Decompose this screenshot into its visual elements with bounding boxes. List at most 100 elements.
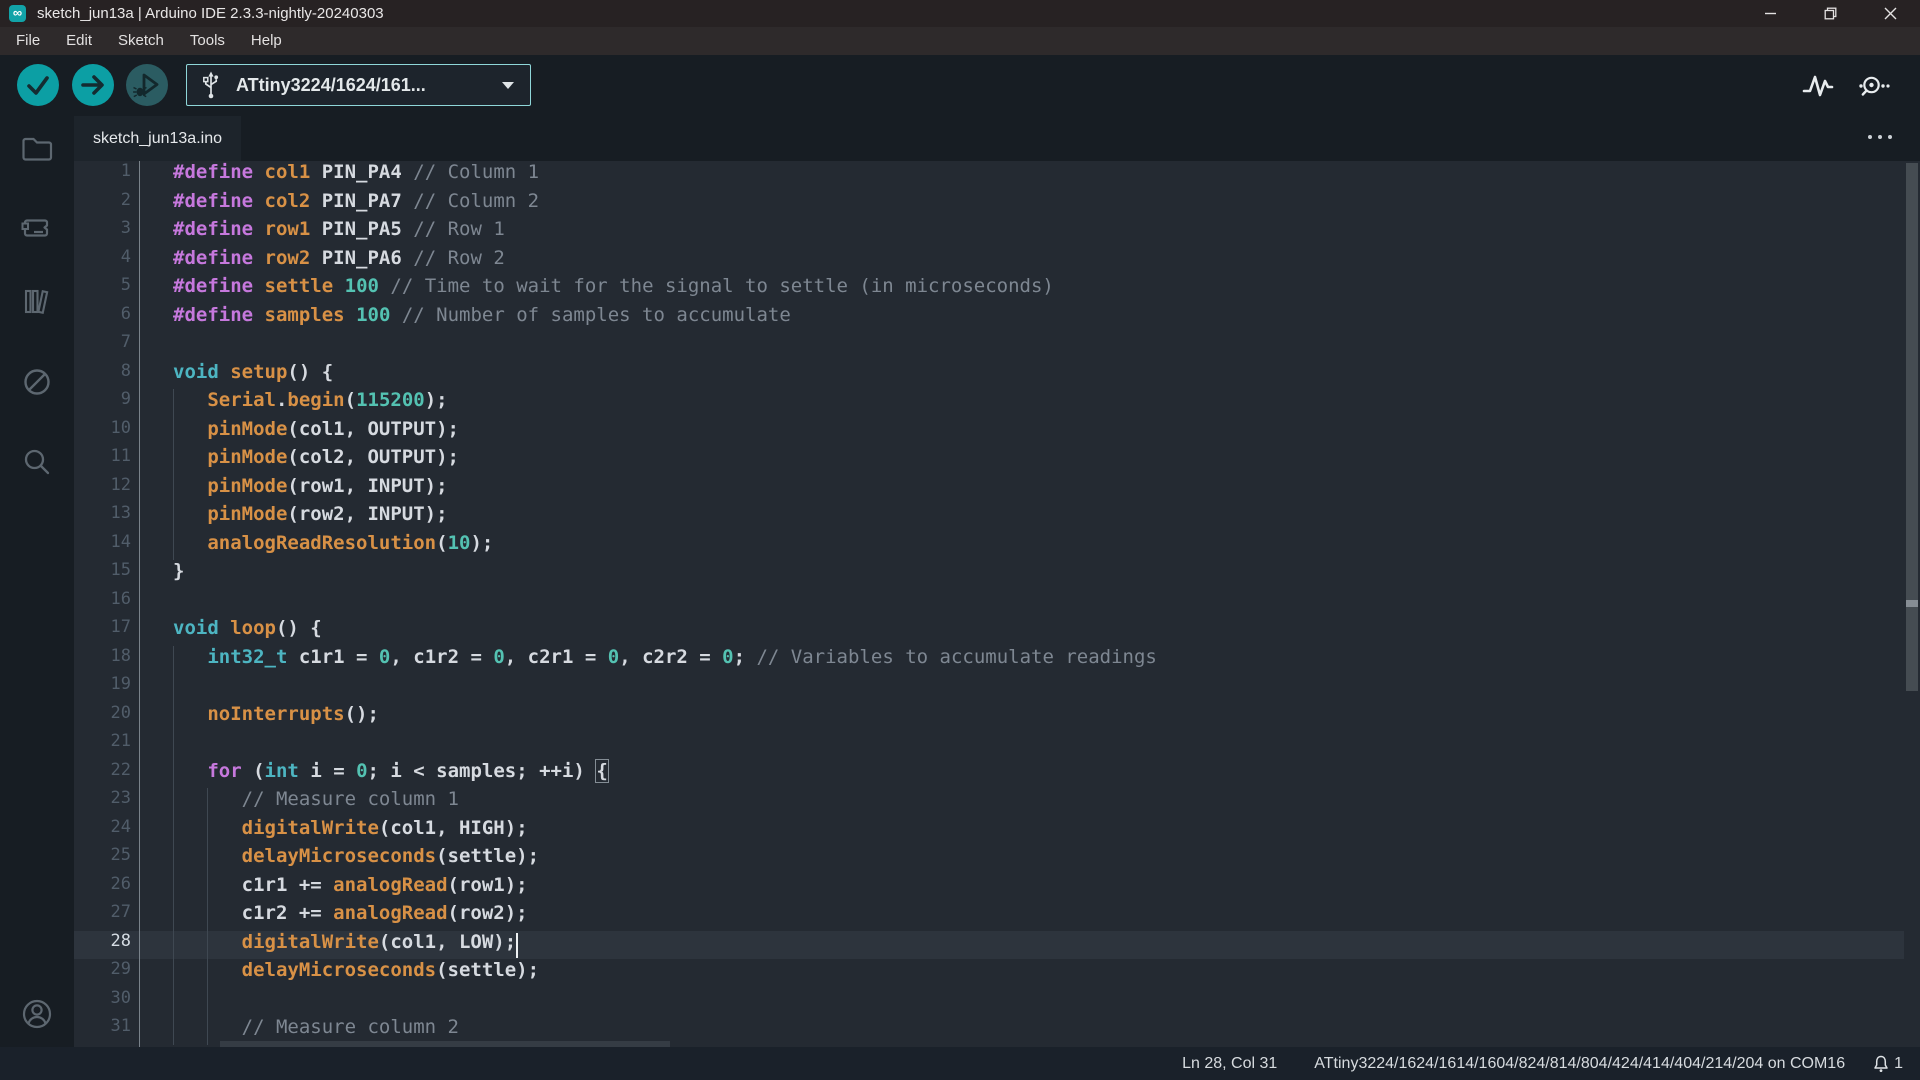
folder-icon bbox=[20, 131, 54, 165]
line-number: 12 bbox=[74, 475, 131, 504]
search-icon bbox=[20, 445, 54, 479]
code-line-14[interactable]: analogReadResolution(10); bbox=[173, 532, 493, 561]
toolbar: ATtiny3224/1624/161... bbox=[0, 55, 1920, 116]
line-number: 23 bbox=[74, 788, 131, 817]
tab-sketch[interactable]: sketch_jun13a.ino bbox=[74, 116, 241, 161]
sidebar-item-sketchbook[interactable] bbox=[20, 131, 54, 165]
code-line-11[interactable]: pinMode(col2, OUTPUT); bbox=[173, 446, 459, 475]
line-number: 14 bbox=[74, 532, 131, 561]
text-cursor bbox=[516, 933, 518, 958]
line-number: 3 bbox=[74, 218, 131, 247]
indent-guide bbox=[173, 731, 174, 760]
sidebar-item-account[interactable] bbox=[20, 997, 54, 1031]
sidebar-item-search[interactable] bbox=[20, 445, 54, 479]
arduino-logo-icon: ∞ bbox=[9, 5, 26, 22]
indent-guide bbox=[207, 988, 208, 1017]
line-number: 8 bbox=[74, 361, 131, 390]
code-line-27[interactable]: c1r2 += analogRead(row2); bbox=[173, 902, 528, 931]
notification-bell-icon[interactable] bbox=[1873, 1055, 1889, 1073]
line-number: 18 bbox=[74, 646, 131, 675]
line-number: 30 bbox=[74, 988, 131, 1017]
line-number: 29 bbox=[74, 959, 131, 988]
ellipsis-icon bbox=[1888, 135, 1892, 139]
debug-button[interactable] bbox=[126, 64, 168, 106]
sidebar-item-boards-manager[interactable] bbox=[20, 211, 54, 245]
line-number: 2 bbox=[74, 190, 131, 219]
menu-edit[interactable]: Edit bbox=[53, 27, 105, 55]
menu-help[interactable]: Help bbox=[238, 27, 295, 55]
indent-guide bbox=[173, 674, 174, 703]
verify-button[interactable] bbox=[17, 64, 59, 106]
status-bar: Ln 28, Col 31 ATtiny3224/1624/1614/1604/… bbox=[0, 1047, 1920, 1080]
code-line-20[interactable]: noInterrupts(); bbox=[173, 703, 379, 732]
line-number: 28 bbox=[74, 931, 131, 960]
menu-sketch[interactable]: Sketch bbox=[105, 27, 177, 55]
vertical-scrollbar-thumb[interactable] bbox=[1906, 163, 1918, 691]
code-line-22[interactable]: for (int i = 0; i < samples; ++i) { bbox=[173, 760, 608, 789]
code-line-6[interactable]: #define samples 100 // Number of samples… bbox=[173, 304, 791, 333]
close-button[interactable] bbox=[1860, 0, 1920, 27]
code-line-5[interactable]: #define settle 100 // Time to wait for t… bbox=[173, 275, 1054, 304]
line-number: 24 bbox=[74, 817, 131, 846]
code-line-3[interactable]: #define row1 PIN_PA5 // Row 1 bbox=[173, 218, 505, 247]
menu-file[interactable]: File bbox=[3, 27, 53, 55]
right-arrow-icon bbox=[72, 64, 114, 106]
code-line-2[interactable]: #define col2 PIN_PA7 // Column 2 bbox=[173, 190, 539, 219]
code-line-13[interactable]: pinMode(row2, INPUT); bbox=[173, 503, 448, 532]
ellipsis-icon bbox=[1868, 135, 1872, 139]
code-line-4[interactable]: #define row2 PIN_PA6 // Row 2 bbox=[173, 247, 505, 276]
minimize-icon bbox=[1764, 7, 1777, 20]
serial-monitor-icon bbox=[1858, 70, 1890, 102]
close-icon bbox=[1884, 7, 1897, 20]
board-port-status[interactable]: ATtiny3224/1624/1614/1604/824/814/804/42… bbox=[1314, 1055, 1845, 1073]
code-editor[interactable]: 1 #define col1 PIN_PA4 // Column 1 2 #defin… bbox=[74, 161, 1920, 1047]
tab-label: sketch_jun13a.ino bbox=[93, 130, 222, 148]
line-number: 17 bbox=[74, 617, 131, 646]
code-line-15[interactable]: } bbox=[173, 560, 184, 589]
line-number: 16 bbox=[74, 589, 131, 618]
menu-bar: FileEditSketchToolsHelp bbox=[0, 27, 1920, 55]
line-number: 20 bbox=[74, 703, 131, 732]
code-line-25[interactable]: delayMicroseconds(settle); bbox=[173, 845, 539, 874]
editor-options-button[interactable] bbox=[1868, 135, 1892, 139]
code-line-8[interactable]: void setup() { bbox=[173, 361, 333, 390]
line-number: 6 bbox=[74, 304, 131, 333]
serial-plotter-button[interactable] bbox=[1802, 70, 1834, 102]
minimize-button[interactable] bbox=[1740, 0, 1800, 27]
board-selector-dropdown[interactable]: ATtiny3224/1624/161... bbox=[186, 64, 531, 106]
restore-button[interactable] bbox=[1800, 0, 1860, 27]
line-number: 4 bbox=[74, 247, 131, 276]
cursor-position-status[interactable]: Ln 28, Col 31 bbox=[1182, 1055, 1277, 1073]
line-number: 1 bbox=[74, 161, 131, 190]
line-number: 22 bbox=[74, 760, 131, 789]
code-line-1[interactable]: #define col1 PIN_PA4 // Column 1 bbox=[173, 161, 539, 190]
line-number: 21 bbox=[74, 731, 131, 760]
title-bar: ∞ sketch_jun13a | Arduino IDE 2.3.3-nigh… bbox=[0, 0, 1920, 27]
sidebar-item-library-manager[interactable] bbox=[20, 284, 54, 318]
notification-count[interactable]: 1 bbox=[1894, 1055, 1903, 1073]
menu-tools[interactable]: Tools bbox=[177, 27, 238, 55]
code-line-9[interactable]: Serial.begin(115200); bbox=[173, 389, 448, 418]
line-number: 5 bbox=[74, 275, 131, 304]
code-line-29[interactable]: delayMicroseconds(settle); bbox=[173, 959, 539, 988]
code-line-12[interactable]: pinMode(row1, INPUT); bbox=[173, 475, 448, 504]
code-line-24[interactable]: digitalWrite(col1, HIGH); bbox=[173, 817, 528, 846]
line-number: 11 bbox=[74, 446, 131, 475]
code-line-10[interactable]: pinMode(col1, OUTPUT); bbox=[173, 418, 459, 447]
serial-plotter-icon bbox=[1802, 70, 1834, 102]
code-line-28[interactable]: digitalWrite(col1, LOW); bbox=[173, 931, 516, 960]
code-line-17[interactable]: void loop() { bbox=[173, 617, 322, 646]
window-controls bbox=[1740, 0, 1920, 27]
scrollbar-cursor-marker bbox=[1906, 600, 1918, 607]
code-line-23[interactable]: // Measure column 1 bbox=[173, 788, 459, 817]
line-number: 19 bbox=[74, 674, 131, 703]
checkmark-icon bbox=[17, 64, 59, 106]
sidebar-item-debug[interactable] bbox=[20, 365, 54, 399]
activity-sidebar bbox=[0, 116, 74, 1047]
code-line-26[interactable]: c1r1 += analogRead(row1); bbox=[173, 874, 528, 903]
tab-bar: sketch_jun13a.ino bbox=[74, 116, 1920, 161]
serial-monitor-button[interactable] bbox=[1858, 70, 1890, 102]
line-number: 13 bbox=[74, 503, 131, 532]
code-line-18[interactable]: int32_t c1r1 = 0, c1r2 = 0, c2r1 = 0, c2… bbox=[173, 646, 1157, 675]
upload-button[interactable] bbox=[72, 64, 114, 106]
